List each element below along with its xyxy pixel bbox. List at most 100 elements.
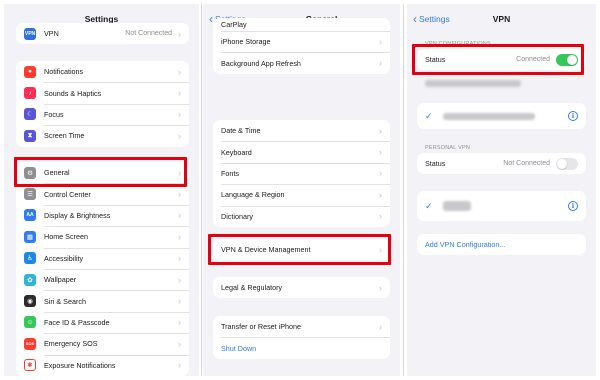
legal-group: Legal & Regulatory › — [213, 277, 390, 299]
general-row-fonts[interactable]: Fonts › — [213, 162, 390, 184]
redacted-config-text — [442, 112, 535, 120]
settings-row-display[interactable]: AA Display & Brightness › — [16, 204, 189, 226]
general-row-legal[interactable]: Legal & Regulatory › — [213, 277, 390, 298]
row-label: Exposure Notifications — [44, 360, 116, 370]
redacted-config-label — [442, 112, 568, 120]
face-id-icon: ☺ — [24, 316, 36, 329]
chevron-right-icon: › — [379, 168, 382, 179]
row-label: Display & Brightness — [44, 210, 111, 220]
highlight-general — [14, 157, 187, 187]
settings-pane: Settings VPN VPN Not Connected › ● Notif… — [4, 4, 199, 376]
exposure-icon: ✱ — [24, 359, 36, 372]
vpn-title: VPN — [492, 14, 511, 24]
chevron-right-icon: › — [178, 317, 181, 328]
vpn-pane: ‹ Settings VPN VPN CONFIGURATIONS Status… — [407, 4, 596, 376]
control-center-icon: ☰ — [24, 188, 36, 201]
row-label: Sounds & Haptics — [44, 88, 102, 98]
toggle-knob — [557, 158, 567, 169]
settings-row-notifications[interactable]: ● Notifications › — [16, 61, 189, 82]
row-label: iPhone Storage — [221, 37, 271, 47]
general-row-shut-down[interactable]: Shut Down — [213, 337, 390, 358]
settings-row-home-screen[interactable]: ▦ Home Screen › — [16, 226, 189, 247]
settings-row-accessibility[interactable]: ♿ Accessibility › — [16, 247, 189, 269]
vpn-config-row[interactable]: ✓ i — [417, 103, 586, 129]
pane-divider — [403, 4, 404, 376]
personal-vpn-status-row: Status Not Connected — [417, 153, 586, 174]
row-label: Keyboard — [221, 147, 252, 157]
shut-down-link: Shut Down — [221, 343, 257, 353]
general-row-transfer-reset[interactable]: Transfer or Reset iPhone › — [213, 316, 390, 337]
add-vpn-configuration-row[interactable]: Add VPN Configuration... — [417, 234, 586, 255]
general-row-language-region[interactable]: Language & Region › — [213, 184, 390, 205]
vpn-config-group: ✓ i — [417, 103, 586, 129]
row-label: Background App Refresh — [221, 58, 301, 68]
settings-row-focus[interactable]: ☾ Focus › — [16, 103, 189, 125]
row-label: Face ID & Passcode — [44, 317, 110, 327]
general-row-keyboard[interactable]: Keyboard › — [213, 141, 390, 162]
personal-vpn-group: Status Not Connected — [417, 153, 586, 175]
row-label: Date & Time — [221, 126, 261, 136]
row-label: Home Screen — [44, 232, 88, 242]
chevron-right-icon: › — [379, 147, 382, 158]
redacted-config-name — [425, 79, 521, 87]
pane-divider — [201, 4, 202, 376]
checkmark-icon: ✓ — [425, 110, 433, 121]
blurred-config-row — [417, 75, 586, 91]
highlight-vpn-device-management — [208, 234, 391, 265]
brightness-icon: AA — [24, 209, 36, 222]
chevron-right-icon: › — [178, 88, 181, 99]
chevron-right-icon: › — [379, 321, 382, 332]
row-label: Emergency SOS — [44, 339, 98, 349]
row-label: Fonts — [221, 168, 239, 178]
row-label: Notifications — [44, 67, 84, 77]
storage-group: CarPlay iPhone Storage › Background App … — [213, 18, 390, 74]
settings-row-wallpaper[interactable]: ✿ Wallpaper › — [16, 268, 189, 290]
row-label: Transfer or Reset iPhone — [221, 322, 302, 332]
add-vpn-configuration-link: Add VPN Configuration... — [425, 240, 506, 250]
redacted-config-label — [442, 201, 568, 211]
chevron-right-icon: › — [178, 28, 181, 39]
general-row-dictionary[interactable]: Dictionary › — [213, 205, 390, 227]
chevron-right-icon: › — [379, 36, 382, 47]
personal-vpn-toggle[interactable] — [556, 157, 578, 170]
settings-row-face-id[interactable]: ☺ Face ID & Passcode › — [16, 311, 189, 333]
redacted-config-text — [442, 201, 471, 211]
hourglass-icon: ⧗ — [24, 129, 36, 142]
vpn-group: VPN VPN Not Connected › — [16, 23, 189, 45]
chevron-right-icon: › — [178, 338, 181, 349]
chevron-right-icon: › — [379, 189, 382, 200]
settings-row-screen-time[interactable]: ⧗ Screen Time › — [16, 125, 189, 146]
chevron-right-icon: › — [379, 282, 382, 293]
row-label: Accessibility — [44, 253, 84, 263]
home-screen-icon: ▦ — [24, 230, 36, 243]
personal-config-group: ✓ i — [417, 191, 586, 221]
settings-row-siri[interactable]: ◉ Siri & Search › — [16, 290, 189, 311]
personal-vpn-header: PERSONAL VPN — [425, 145, 470, 151]
row-label: Control Center — [44, 189, 91, 199]
chevron-right-icon: › — [178, 296, 181, 307]
chevron-right-icon: › — [178, 109, 181, 120]
settings-row-sounds[interactable]: ♪ Sounds & Haptics › — [16, 82, 189, 103]
general-row-iphone-storage[interactable]: iPhone Storage › — [213, 31, 390, 52]
row-label: Wallpaper — [44, 275, 77, 285]
settings-row-emergency-sos[interactable]: SOS Emergency SOS › — [16, 333, 189, 354]
row-label: CarPlay — [221, 20, 247, 29]
settings-row-vpn[interactable]: VPN VPN Not Connected › — [16, 23, 189, 44]
vpn-icon: VPN — [24, 27, 36, 40]
row-label: Focus — [44, 109, 64, 119]
status-value: Not Connected — [503, 160, 550, 168]
general-pane: ‹ Settings General CarPlay iPhone Storag… — [203, 4, 400, 376]
settings-row-exposure[interactable]: ✱ Exposure Notifications › — [16, 354, 189, 376]
general-row-background-refresh[interactable]: Background App Refresh › — [213, 52, 390, 73]
row-label: Siri & Search — [44, 296, 86, 306]
chevron-right-icon: › — [178, 66, 181, 77]
personal-config-row[interactable]: ✓ i — [417, 191, 586, 221]
info-icon[interactable]: i — [568, 111, 578, 121]
chevron-right-icon: › — [178, 274, 181, 285]
chevron-right-icon: › — [379, 58, 382, 69]
chevron-right-icon: › — [178, 231, 181, 242]
general-row-carplay[interactable]: CarPlay — [213, 18, 390, 31]
checkmark-icon: ✓ — [425, 200, 433, 211]
general-row-date-time[interactable]: Date & Time › — [213, 120, 390, 141]
info-icon[interactable]: i — [568, 201, 578, 211]
